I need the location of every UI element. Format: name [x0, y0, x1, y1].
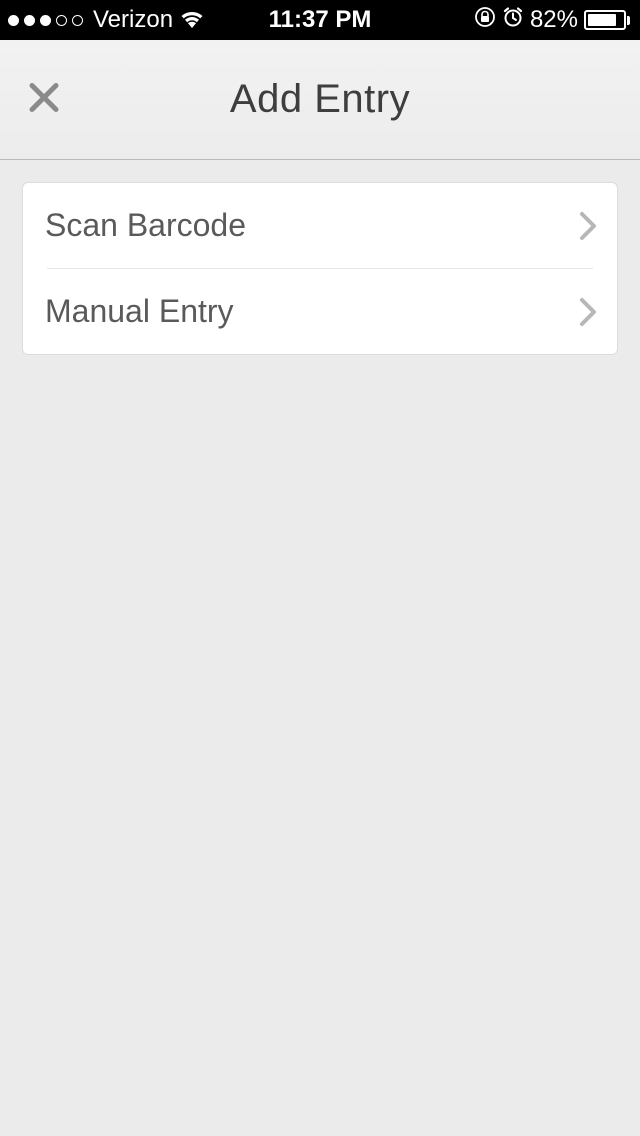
- option-label: Scan Barcode: [45, 207, 246, 244]
- content-area: Scan Barcode Manual Entry: [0, 160, 640, 377]
- battery-icon: [584, 10, 630, 30]
- option-scan-barcode[interactable]: Scan Barcode: [23, 183, 617, 268]
- alarm-icon: [502, 6, 524, 35]
- option-label: Manual Entry: [45, 293, 234, 330]
- carrier-label: Verizon: [93, 6, 173, 34]
- close-button[interactable]: [26, 79, 62, 120]
- chevron-right-icon: [579, 211, 597, 241]
- options-card: Scan Barcode Manual Entry: [22, 182, 618, 355]
- close-icon: [26, 79, 62, 115]
- status-left: Verizon: [8, 6, 205, 34]
- status-right: 82%: [474, 6, 630, 35]
- status-bar: Verizon 11:37 PM: [0, 0, 640, 40]
- chevron-right-icon: [579, 297, 597, 327]
- signal-strength-icon: [8, 15, 83, 26]
- wifi-icon: [179, 10, 205, 30]
- battery-percentage: 82%: [530, 6, 578, 34]
- status-time: 11:37 PM: [269, 6, 372, 34]
- orientation-lock-icon: [474, 6, 496, 35]
- nav-bar: Add Entry: [0, 40, 640, 160]
- option-manual-entry[interactable]: Manual Entry: [23, 269, 617, 354]
- page-title: Add Entry: [0, 77, 640, 122]
